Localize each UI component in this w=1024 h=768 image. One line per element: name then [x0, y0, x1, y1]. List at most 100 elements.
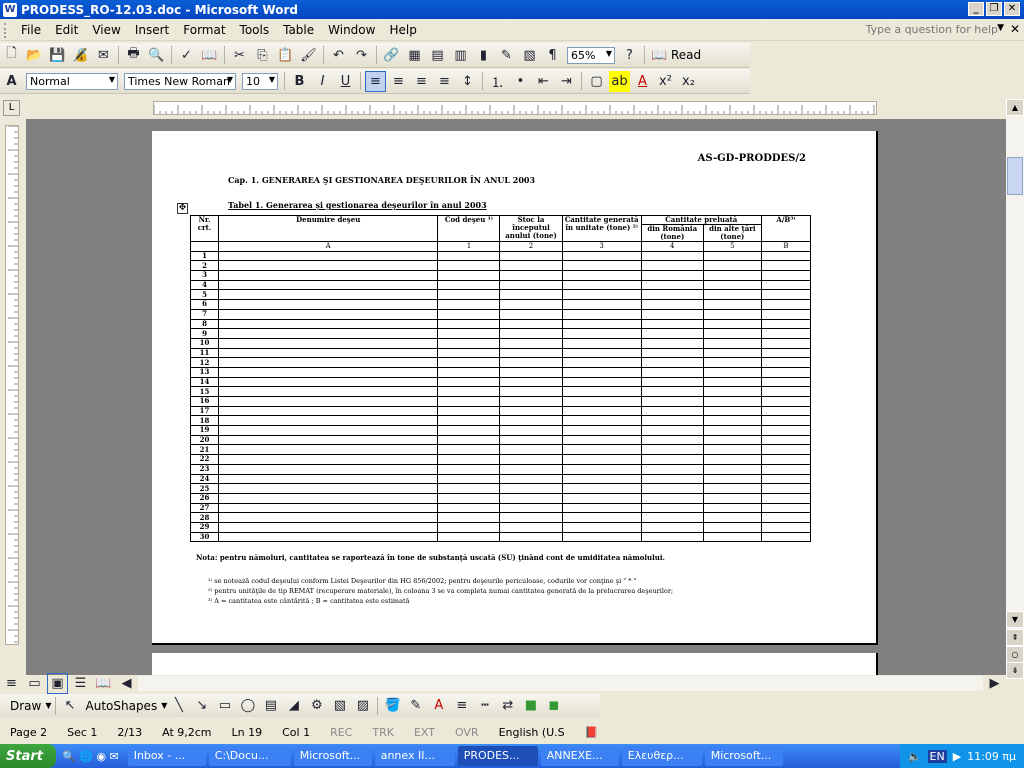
table-cell[interactable]: [760, 434, 812, 446]
table-cell[interactable]: [640, 308, 704, 320]
table-cell[interactable]: [702, 270, 762, 281]
italic-icon[interactable]: I: [312, 71, 333, 92]
table-row[interactable]: 23: [189, 463, 812, 475]
show-hide-icon[interactable]: ¶: [542, 45, 563, 66]
superscript-icon[interactable]: x²: [655, 71, 676, 92]
table-row[interactable]: 24: [189, 473, 812, 485]
status-rec[interactable]: REC: [320, 726, 362, 739]
read-icon[interactable]: 📖: [649, 45, 670, 66]
menu-tools[interactable]: Tools: [233, 23, 277, 37]
new-icon[interactable]: 🗋: [1, 45, 22, 66]
table-cell[interactable]: [218, 473, 439, 485]
table-row[interactable]: 7: [189, 308, 812, 320]
table-cell[interactable]: [218, 328, 439, 339]
table-cell[interactable]: [561, 521, 642, 533]
table-cell[interactable]: [437, 463, 501, 475]
table-cell[interactable]: [561, 328, 642, 339]
table-cell[interactable]: [499, 357, 563, 368]
table-cell[interactable]: [640, 502, 704, 514]
table-cell[interactable]: [499, 483, 563, 494]
table-cell[interactable]: [640, 521, 704, 533]
table-cell[interactable]: [437, 512, 501, 523]
menu-view[interactable]: View: [85, 23, 127, 37]
table-cell[interactable]: [640, 328, 704, 339]
table-cell[interactable]: [561, 289, 642, 301]
table-cell[interactable]: [702, 454, 762, 465]
table-cell[interactable]: [437, 444, 501, 456]
table-row[interactable]: 29: [189, 521, 812, 533]
table-cell[interactable]: [640, 531, 704, 543]
help-question-box[interactable]: Type a question for help: [866, 23, 998, 36]
table-cell[interactable]: [499, 492, 563, 504]
table-cell[interactable]: [702, 357, 762, 368]
table-cell[interactable]: [640, 473, 704, 485]
table-cell[interactable]: [499, 386, 563, 397]
vertical-scrollbar[interactable]: ▲ ▼ ⇞ ○ ⇟: [1006, 99, 1024, 679]
document-page[interactable]: AS-GD-PRODDES/2 Cap. 1. GENERAREA ŞI GES…: [152, 131, 878, 645]
task-anexe[interactable]: ANNEXE...: [540, 746, 619, 766]
table-row[interactable]: 15: [189, 386, 812, 397]
table-cell[interactable]: [561, 279, 642, 291]
table-cell[interactable]: [561, 502, 642, 514]
table-row[interactable]: 18: [189, 415, 812, 427]
table-cell[interactable]: [760, 250, 812, 262]
table-cell[interactable]: [561, 463, 642, 475]
normal-view-icon[interactable]: ≡: [1, 673, 22, 694]
table-cell[interactable]: [561, 270, 642, 281]
table-cell[interactable]: [702, 531, 762, 543]
table-cell[interactable]: [218, 376, 439, 388]
table-cell[interactable]: [218, 250, 439, 262]
table-cell[interactable]: [640, 415, 704, 427]
task-microsoft-2[interactable]: Microsoft...: [704, 746, 783, 766]
status-ext[interactable]: EXT: [404, 726, 445, 739]
table-cell[interactable]: [218, 512, 439, 523]
line-spacing-icon[interactable]: ↕: [457, 71, 478, 92]
table-cell[interactable]: [499, 347, 563, 359]
table-row[interactable]: 11: [189, 347, 812, 359]
table-cell[interactable]: [702, 308, 762, 320]
table-cell[interactable]: [561, 250, 642, 262]
table-cell[interactable]: [702, 502, 762, 514]
reading-view-icon[interactable]: 📖: [93, 673, 114, 694]
table-cell[interactable]: [218, 483, 439, 494]
table-row[interactable]: 27: [189, 502, 812, 514]
research-icon[interactable]: 📖: [199, 45, 220, 66]
dash-style-icon[interactable]: ┅: [474, 695, 495, 716]
table-cell[interactable]: [760, 502, 812, 514]
cut-icon[interactable]: ✂: [229, 45, 250, 66]
table-cell[interactable]: [702, 279, 762, 291]
table-cell[interactable]: [499, 425, 563, 436]
table-cell[interactable]: [437, 279, 501, 291]
table-cell[interactable]: [640, 279, 704, 291]
align-right-icon[interactable]: ≡: [411, 71, 432, 92]
web-view-icon[interactable]: ▭: [24, 673, 45, 694]
wordart-icon[interactable]: ◢: [283, 695, 304, 716]
table-cell[interactable]: [640, 337, 704, 349]
table-cell[interactable]: [561, 376, 642, 388]
task-greek[interactable]: Ελευθερ...: [621, 746, 702, 766]
table-cell[interactable]: [437, 337, 501, 349]
table-cell[interactable]: [561, 366, 642, 378]
table-cell[interactable]: [218, 270, 439, 281]
table-cell[interactable]: [561, 425, 642, 436]
table-cell[interactable]: [437, 308, 501, 320]
redo-icon[interactable]: ↷: [351, 45, 372, 66]
table-cell[interactable]: [218, 308, 439, 320]
table-cell[interactable]: [218, 386, 439, 397]
table-row[interactable]: 5: [189, 289, 812, 301]
rectangle-icon[interactable]: ▭: [214, 695, 235, 716]
menu-insert[interactable]: Insert: [128, 23, 176, 37]
subscript-icon[interactable]: x₂: [678, 71, 699, 92]
volume-icon[interactable]: 🔈: [908, 750, 922, 763]
horizontal-ruler[interactable]: [153, 101, 877, 115]
table-cell[interactable]: [218, 521, 439, 533]
table-cell[interactable]: [702, 425, 762, 436]
clipart-icon[interactable]: ▧: [329, 695, 350, 716]
decrease-indent-icon[interactable]: ⇤: [533, 71, 554, 92]
table-cell[interactable]: [760, 376, 812, 388]
font-color-icon[interactable]: A: [632, 71, 653, 92]
task-inbox[interactable]: Inbox - ...: [127, 746, 206, 766]
document-close-icon[interactable]: ✕: [1010, 22, 1020, 36]
table-row[interactable]: 10: [189, 337, 812, 349]
align-center-icon[interactable]: ≡: [388, 71, 409, 92]
